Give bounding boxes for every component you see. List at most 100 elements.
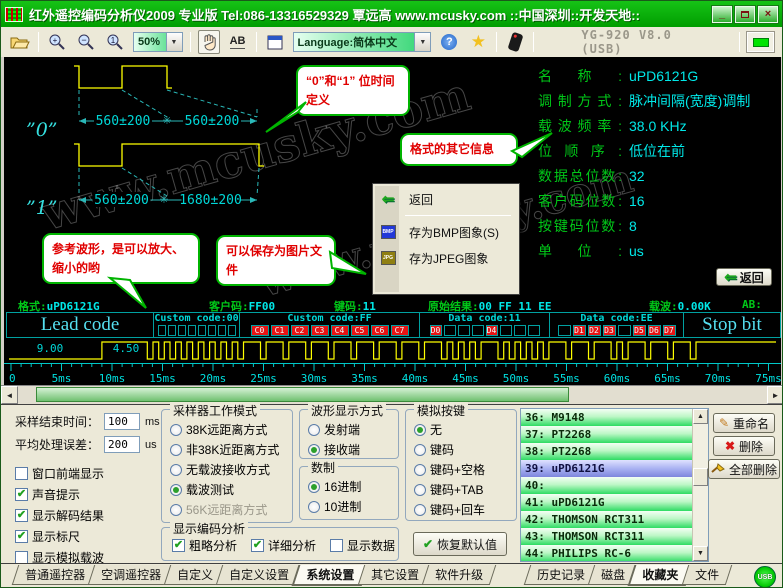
tab-系统设置[interactable]: 系统设置 bbox=[292, 565, 369, 586]
radio-label: 键码 bbox=[430, 441, 454, 458]
checkbox-option[interactable]: 显示数据 bbox=[330, 537, 395, 554]
sampler-mode-option[interactable]: 非38K近距离方式 bbox=[170, 441, 292, 458]
list-item[interactable]: 38: PT2268 bbox=[521, 443, 693, 460]
zoom-reset-button[interactable]: 1 bbox=[104, 30, 126, 54]
sim-key-option[interactable]: 键码 bbox=[414, 441, 516, 458]
radio-icon bbox=[414, 444, 426, 456]
maximize-button[interactable] bbox=[735, 6, 755, 23]
checkbox-option[interactable]: 窗口前端显示 bbox=[15, 465, 104, 482]
back-button[interactable]: ⇐ 返回 bbox=[716, 268, 772, 286]
tab-软件升级[interactable]: 软件升级 bbox=[422, 565, 497, 585]
scroll-right-button[interactable]: ► bbox=[767, 386, 783, 404]
device-version-label: YG-920 V8.0 (USB) bbox=[581, 28, 714, 56]
tab-自定义设置[interactable]: 自定义设置 bbox=[216, 565, 303, 585]
sampler-mode-option[interactable]: 38K远距离方式 bbox=[170, 421, 292, 438]
list-item[interactable]: 37: PT2268 bbox=[521, 426, 693, 443]
parameter-label: 数据总位数 bbox=[538, 166, 622, 186]
menu-item[interactable]: BMP存为BMP图象(S) bbox=[375, 219, 517, 245]
delete-button[interactable]: ✖删除 bbox=[713, 436, 775, 456]
scroll-down-button[interactable]: ▼ bbox=[693, 546, 708, 561]
scrollbar-thumb[interactable] bbox=[693, 468, 708, 486]
tab-文件[interactable]: 文件 bbox=[682, 565, 733, 585]
radix-option[interactable]: 16进制 bbox=[308, 478, 398, 495]
minimize-button[interactable]: _ bbox=[712, 6, 732, 23]
callout-text: 格式的其它信息 bbox=[410, 142, 494, 156]
scrollbar-track[interactable] bbox=[18, 386, 767, 404]
svg-text:60ms: 60ms bbox=[604, 372, 631, 385]
decode-section: Data code:11D0D4 bbox=[419, 313, 549, 337]
zoom-out-button[interactable]: − bbox=[75, 30, 97, 54]
list-item[interactable]: 42: THOMSON RCT311 bbox=[521, 511, 693, 528]
sim-key-option[interactable]: 键码+回车 bbox=[414, 501, 516, 518]
avg-error-input[interactable] bbox=[104, 436, 140, 453]
scroll-left-button[interactable]: ◄ bbox=[1, 386, 18, 404]
menu-item[interactable]: ⇐返回 bbox=[375, 186, 517, 212]
history-list[interactable]: 36: M914837: PT226838: PT226839: uPD6121… bbox=[520, 408, 709, 562]
help-button[interactable]: ? bbox=[438, 30, 460, 54]
sample-end-time-input[interactable] bbox=[104, 413, 140, 430]
tab-普通遥控器[interactable]: 普通遥控器 bbox=[12, 565, 99, 585]
callout-text: “0”和“1” 位时间定义 bbox=[306, 74, 395, 107]
waveform-scrollbar[interactable]: ◄ ► bbox=[1, 385, 783, 404]
chevron-down-icon[interactable]: ▼ bbox=[414, 33, 430, 51]
scrollbar-thumb[interactable] bbox=[36, 387, 569, 402]
list-item[interactable]: 43: THOMSON RCT311 bbox=[521, 528, 693, 545]
svg-text:5ms: 5ms bbox=[52, 372, 72, 385]
parameter-row: 位顺序低位在前 bbox=[538, 138, 783, 163]
parameter-value: 低位在前 bbox=[629, 141, 685, 161]
delete-all-button[interactable]: 全部删除 bbox=[708, 459, 780, 479]
svg-text:560±200: 560±200 bbox=[185, 114, 240, 129]
star-icon: ★ bbox=[471, 32, 486, 52]
checkbox-option[interactable]: ✔显示解码结果 bbox=[15, 507, 104, 524]
sim-key-option[interactable]: 无 bbox=[414, 421, 516, 438]
window-view-button[interactable] bbox=[264, 30, 286, 54]
checkbox-option[interactable]: ✔粗略分析 bbox=[172, 537, 237, 554]
list-item[interactable]: 44: PHILIPS RC-6 bbox=[521, 545, 693, 562]
tab-空调遥控器[interactable]: 空调遥控器 bbox=[88, 565, 175, 585]
connection-indicator[interactable] bbox=[747, 32, 774, 52]
menu-item[interactable]: JPG存为JPEG图象 bbox=[375, 245, 517, 271]
callout-tail bbox=[108, 278, 148, 312]
wave-display-option[interactable]: 接收端 bbox=[308, 441, 398, 458]
list-item[interactable]: 36: M9148 bbox=[521, 409, 693, 426]
remote-test-button[interactable] bbox=[504, 30, 526, 54]
pan-tool-button[interactable] bbox=[198, 30, 220, 54]
list-item[interactable]: 39: uPD6121G bbox=[521, 460, 693, 477]
analysis-checks: ✔粗略分析 ✔详细分析显示数据 bbox=[162, 536, 398, 555]
checkbox-option[interactable]: ✔详细分析 bbox=[251, 537, 316, 554]
rename-button[interactable]: ✎重命名 bbox=[713, 413, 775, 433]
sim-key-option[interactable]: 键码+空格 bbox=[414, 461, 516, 478]
radio-label: 键码+回车 bbox=[430, 501, 485, 518]
sampler-mode-option[interactable]: 载波测试 bbox=[170, 481, 292, 498]
bottom-tab-strip: 普通遥控器空调遥控器自定义自定义设置系统设置其它设置软件升级 历史记录磁盘收藏夹… bbox=[1, 563, 783, 588]
favorite-button[interactable]: ★ bbox=[467, 30, 489, 54]
tab-其它设置[interactable]: 其它设置 bbox=[358, 565, 433, 585]
wave-display-option[interactable]: 发射端 bbox=[308, 421, 398, 438]
sampler-mode-option[interactable]: 无载波接收方式 bbox=[170, 461, 292, 478]
zoom-level-select[interactable]: 50% ▼ bbox=[133, 32, 183, 52]
sim-key-option[interactable]: 键码+TAB bbox=[414, 481, 516, 498]
list-item[interactable]: 41: uPD6121G bbox=[521, 494, 693, 511]
checkbox-option[interactable]: ✔声音提示 bbox=[15, 486, 80, 503]
radix-option[interactable]: 10进制 bbox=[308, 498, 398, 515]
bit-cell bbox=[472, 325, 484, 336]
zoom-in-button[interactable]: + bbox=[46, 30, 68, 54]
settings-panel: 采样结束时间：ms平均处理误差：us 窗口前端显示✔声音提示✔显示解码结果✔显示… bbox=[1, 404, 783, 563]
list-item[interactable]: 40: bbox=[521, 477, 693, 494]
language-select[interactable]: Language:简体中文 ▼ bbox=[293, 32, 432, 52]
bit-cell: D7 bbox=[663, 325, 676, 336]
close-button[interactable]: × bbox=[758, 6, 778, 23]
setting-field: 采样结束时间：ms bbox=[15, 413, 160, 430]
checkbox-option[interactable]: ✔显示标尺 bbox=[15, 528, 80, 545]
bit-cell: C7 bbox=[391, 325, 409, 336]
status-item: 键码:11 bbox=[334, 298, 376, 314]
scroll-up-button[interactable]: ▲ bbox=[693, 409, 708, 424]
chevron-down-icon[interactable]: ▼ bbox=[166, 33, 182, 51]
history-scrollbar[interactable]: ▲ ▼ bbox=[692, 409, 708, 561]
tab-label: 自定义 bbox=[177, 566, 213, 583]
restore-defaults-button[interactable]: ✔ 恢复默认值 bbox=[413, 532, 507, 556]
label-tool-button[interactable]: AB bbox=[227, 30, 249, 54]
tab-历史记录[interactable]: 历史记录 bbox=[524, 565, 599, 585]
open-file-button[interactable] bbox=[9, 30, 31, 54]
scrollbar-track[interactable] bbox=[693, 424, 708, 546]
